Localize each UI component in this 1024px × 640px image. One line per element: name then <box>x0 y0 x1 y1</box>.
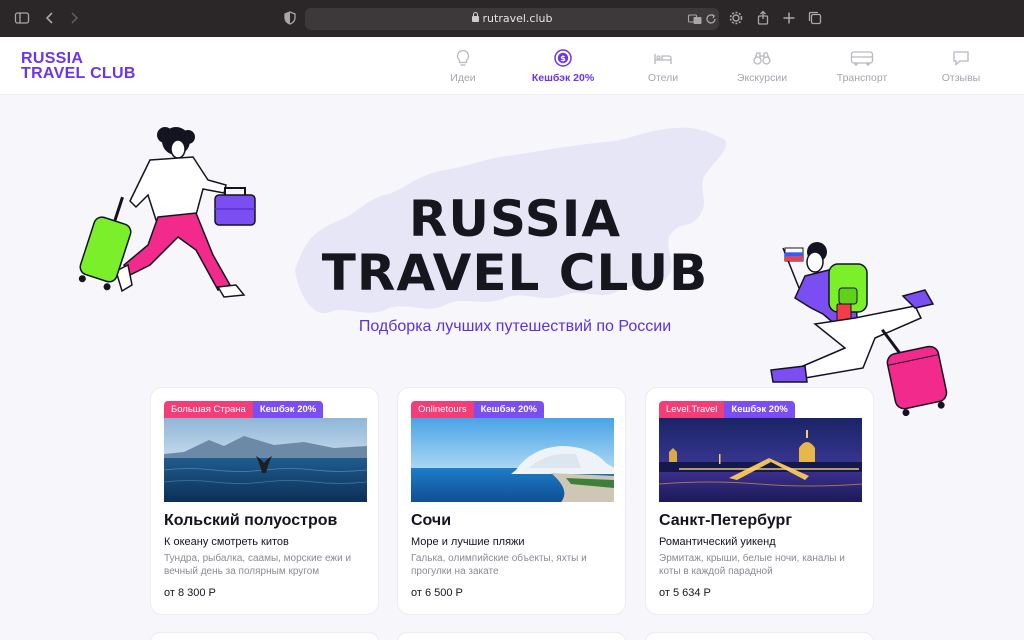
nav-transport-label: Транспорт <box>836 72 888 84</box>
tour-card-peek[interactable] <box>397 632 626 640</box>
card-title: Сочи <box>411 512 452 529</box>
new-tab-icon[interactable] <box>781 10 797 26</box>
card-subtitle: К океану смотреть китов <box>164 536 289 548</box>
cashback-badge: Кешбэк 20% <box>252 401 324 418</box>
hero-title-line-2: TRAVEL CLUB <box>321 244 709 302</box>
card-price: от 6 500 Р <box>411 587 463 599</box>
partner-badge: Level.Travel <box>659 401 725 418</box>
settings-gear-icon[interactable] <box>728 10 744 26</box>
card-price: от 5 634 Р <box>659 587 711 599</box>
nav-excursions-label: Экскурсии <box>736 72 788 84</box>
card-price: от 8 300 Р <box>164 587 216 599</box>
site-logo[interactable]: RUSSIA TRAVEL CLUB <box>21 50 136 82</box>
tour-card-peek[interactable] <box>150 632 379 640</box>
card-subtitle: Романтический уикенд <box>659 536 776 548</box>
partner-badge: Onlinetours <box>411 401 474 418</box>
card-photo-sochi <box>411 418 614 502</box>
card-photo-spb <box>659 418 862 502</box>
card-description: Галька, олимпийские объекты, яхты и прог… <box>411 553 587 577</box>
card-badges: Большая Страна Кешбэк 20% <box>164 401 324 418</box>
tour-card-sochi[interactable]: Onlinetours Кешбэк 20% Сочи Море и лучши… <box>397 387 626 615</box>
translate-icon[interactable] <box>687 11 703 27</box>
binoculars-icon <box>753 52 771 65</box>
site-header: RUSSIA TRAVEL CLUB Идеи $ Кешбэк 20% Оте… <box>0 37 1024 95</box>
share-icon[interactable] <box>755 10 771 26</box>
svg-text:$: $ <box>560 54 566 63</box>
cashback-badge: Кешбэк 20% <box>473 401 544 418</box>
nav-reviews[interactable]: Отзывы <box>916 48 1006 84</box>
hero-title-line-1: RUSSIA <box>408 190 622 248</box>
nav-hotels-label: Отели <box>647 72 679 84</box>
hero-subtitle: Подборка лучших путешествий по России <box>358 318 672 335</box>
tour-card-kola[interactable]: Большая Страна Кешбэк 20% Кольский полуо… <box>150 387 379 615</box>
coin-icon: $ <box>554 49 572 67</box>
card-description: Эрмитаж, крыши, белые ночи, каналы и кот… <box>659 553 845 577</box>
tab-overview-icon[interactable] <box>807 10 823 26</box>
privacy-shield-icon[interactable] <box>282 10 298 26</box>
nav-ideas[interactable]: Идеи <box>418 48 508 84</box>
lock-icon <box>471 12 479 22</box>
cashback-badge: Кешбэк 20% <box>724 401 795 418</box>
card-description: Тундра, рыбалка, саамы, морские ежи и ве… <box>164 553 352 577</box>
partner-badge: Большая Страна <box>164 401 253 418</box>
nav-excursions[interactable]: Экскурсии <box>717 48 807 84</box>
nav-transport[interactable]: Транспорт <box>817 48 907 84</box>
back-icon[interactable] <box>42 10 58 26</box>
nav-hotels[interactable]: Отели <box>618 48 708 84</box>
reload-icon[interactable] <box>703 11 719 27</box>
traveler-woman-illustration <box>78 127 256 298</box>
card-subtitle: Море и лучшие пляжи <box>411 536 525 548</box>
tour-card-peek[interactable] <box>645 632 874 640</box>
card-title: Кольский полуостров <box>164 512 338 529</box>
url-text: rutravel.club <box>482 12 553 25</box>
lightbulb-icon <box>456 49 470 66</box>
forward-icon[interactable] <box>66 10 82 26</box>
card-badges: Level.Travel Кешбэк 20% <box>659 401 795 418</box>
card-photo-whale <box>164 418 367 502</box>
bus-icon <box>850 51 874 66</box>
hero-title: RUSSIA TRAVEL CLUB <box>260 192 770 300</box>
nav-cashback[interactable]: $ Кешбэк 20% <box>518 48 608 84</box>
logo-line-1: RUSSIA <box>21 50 84 67</box>
nav-cashback-label: Кешбэк 20% <box>531 72 595 84</box>
tour-card-spb[interactable]: Level.Travel Кешбэк 20% Санкт-Петербург … <box>645 387 874 615</box>
chat-bubble-icon <box>953 51 969 66</box>
browser-toolbar: rutravel.club <box>0 0 1024 37</box>
card-title: Санкт-Петербург <box>659 512 792 529</box>
nav-reviews-label: Отзывы <box>941 72 981 84</box>
card-badges: Onlinetours Кешбэк 20% <box>411 401 544 418</box>
nav-ideas-label: Идеи <box>450 72 476 84</box>
bed-icon <box>654 54 672 64</box>
address-bar[interactable]: rutravel.club <box>305 8 719 30</box>
logo-line-2: TRAVEL CLUB <box>21 65 136 82</box>
sidebar-toggle-icon[interactable] <box>14 10 30 26</box>
